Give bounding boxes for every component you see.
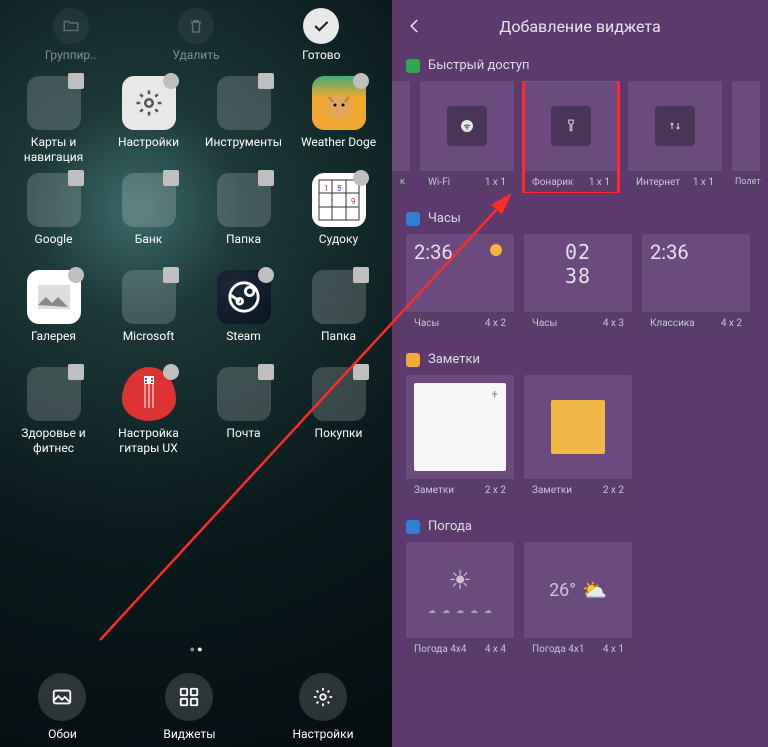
widget-card[interactable]: Полет bbox=[732, 81, 760, 193]
widget-card-clock-1[interactable]: 2:36 Часы4 x 2 bbox=[406, 234, 514, 334]
app-папка[interactable]: Папка bbox=[291, 270, 386, 359]
app-weather-doge[interactable]: Weather Doge bbox=[291, 76, 386, 165]
app-label: Google bbox=[35, 232, 73, 262]
app-банк[interactable]: Банк bbox=[101, 173, 196, 262]
widget-card-wifi[interactable]: Wi-Fi1 x 1 bbox=[420, 81, 514, 193]
section-clock: Часы 2:36 Часы4 x 2 02 38 Часы4 x 3 2:36… bbox=[392, 211, 768, 346]
app-карты-и-навигация[interactable]: Карты и навигация bbox=[6, 76, 101, 165]
widget-card-clock-3[interactable]: 2:36 Классика4 x 2 bbox=[642, 234, 750, 334]
quick-section-icon bbox=[406, 59, 420, 73]
wallpapers-button[interactable]: Обои bbox=[38, 673, 86, 741]
app-google[interactable]: Google bbox=[6, 173, 101, 262]
group-label: Группир.. bbox=[45, 48, 97, 62]
bottom-bar: Обои Виджеты Настройки bbox=[0, 673, 392, 741]
wallpaper-icon bbox=[38, 673, 86, 721]
top-actions: Группир.. Удалить Готово bbox=[0, 0, 392, 62]
widget-card-notes-1[interactable]: + Заметки2 x 2 bbox=[406, 375, 514, 501]
app-label: Карты и навигация bbox=[9, 135, 99, 165]
section-weather: Погода ☀︎ ☁☁☁☁☁ Погода 4x44 x 4 26°⛅ Пог… bbox=[392, 519, 768, 672]
quick-section-title: Быстрый доступ bbox=[428, 58, 530, 73]
settings-label: Настройки bbox=[292, 727, 353, 741]
folder-icon bbox=[53, 8, 89, 44]
data-icon bbox=[655, 106, 695, 146]
app-label: Банк bbox=[135, 232, 163, 262]
note-white-preview: + bbox=[414, 383, 506, 471]
app-label: Инструменты bbox=[205, 135, 282, 165]
app-папка[interactable]: Папка bbox=[196, 173, 291, 262]
widget-title: Добавление виджета bbox=[406, 17, 754, 36]
svg-text:5: 5 bbox=[337, 184, 342, 193]
app-label: Покупки bbox=[315, 426, 363, 456]
check-icon bbox=[303, 8, 339, 44]
done-action[interactable]: Готово bbox=[259, 8, 384, 62]
widget-card[interactable]: к bbox=[392, 81, 410, 193]
svg-text:1: 1 bbox=[324, 184, 329, 193]
app-steam[interactable]: Steam bbox=[196, 270, 291, 359]
home-edit-pane: Группир.. Удалить Готово Карты и навигац… bbox=[0, 0, 392, 747]
app-label: Галерея bbox=[31, 329, 76, 359]
widget-header: Добавление виджета bbox=[392, 0, 768, 52]
app-label: Папка bbox=[321, 329, 356, 359]
app-почта[interactable]: Почта bbox=[196, 367, 291, 456]
suncloud-icon: ⛅ bbox=[582, 578, 607, 602]
app-настройки[interactable]: Настройки bbox=[101, 76, 196, 165]
app-label: Почта bbox=[226, 426, 260, 456]
widgets-label: Виджеты bbox=[163, 727, 215, 741]
group-action[interactable]: Группир.. bbox=[8, 8, 133, 62]
weather-section-icon bbox=[406, 520, 420, 534]
notes-section-title: Заметки bbox=[428, 352, 480, 367]
wallpapers-label: Обои bbox=[48, 727, 77, 741]
widgets-button[interactable]: Виджеты bbox=[163, 673, 215, 741]
clock-section-icon bbox=[406, 212, 420, 226]
section-notes: Заметки + Заметки2 x 2 Заметки2 x 2 bbox=[392, 352, 768, 513]
app-покупки[interactable]: Покупки bbox=[291, 367, 386, 456]
wifi-icon bbox=[447, 106, 487, 146]
app-grid: Карты и навигация Настройки Инструменты Wea… bbox=[0, 62, 392, 456]
app-галерея[interactable]: Галерея bbox=[6, 270, 101, 359]
widget-card-internet[interactable]: Интернет1 x 1 bbox=[628, 81, 722, 193]
app-label: Steam bbox=[226, 329, 260, 359]
sun-icon bbox=[490, 244, 502, 256]
delete-label: Удалить bbox=[173, 48, 220, 62]
app-label: Weather Doge bbox=[301, 135, 376, 165]
back-button[interactable] bbox=[406, 17, 434, 35]
app-label: Папка bbox=[226, 232, 261, 262]
app-label: Настройка гитары UX bbox=[104, 426, 194, 456]
note-yellow-preview bbox=[551, 400, 605, 454]
delete-action[interactable]: Удалить bbox=[133, 8, 258, 62]
widget-picker-pane: Добавление виджета Быстрый доступ к Wi-F… bbox=[392, 0, 768, 747]
widget-card-flashlight[interactable]: Фонарик1 x 1 bbox=[524, 81, 618, 193]
section-quick: Быстрый доступ к Wi-Fi1 x 1 Фонарик1 x 1… bbox=[392, 58, 768, 205]
widget-card-weather-2[interactable]: 26°⛅ Погода 4x14 x 1 bbox=[524, 542, 632, 660]
app-label: Настройки bbox=[118, 135, 179, 165]
page-indicator: ● ● bbox=[0, 644, 392, 655]
settings-button[interactable]: Настройки bbox=[292, 673, 353, 741]
app-здоровье-и-фитнес[interactable]: Здоровье и фитнес bbox=[6, 367, 101, 456]
widget-card-notes-2[interactable]: Заметки2 x 2 bbox=[524, 375, 632, 501]
app-инструменты[interactable]: Инструменты bbox=[196, 76, 291, 165]
sun-icon: ☀︎ bbox=[448, 566, 471, 596]
weather-section-title: Погода bbox=[428, 519, 472, 534]
done-label: Готово bbox=[302, 48, 340, 62]
app-настройка-гитары-ux[interactable]: Настройка гитары UX bbox=[101, 367, 196, 456]
widget-card-weather-1[interactable]: ☀︎ ☁☁☁☁☁ Погода 4x44 x 4 bbox=[406, 542, 514, 660]
widgets-icon bbox=[165, 673, 213, 721]
app-судоку[interactable]: 159 Судоку bbox=[291, 173, 386, 262]
notes-section-icon bbox=[406, 353, 420, 367]
trash-icon bbox=[178, 8, 214, 44]
app-label: Судоку bbox=[319, 232, 358, 262]
svg-text:9: 9 bbox=[351, 197, 356, 206]
flashlight-icon bbox=[551, 106, 591, 146]
gear-icon bbox=[299, 673, 347, 721]
app-label: Microsoft bbox=[123, 329, 175, 359]
widget-card-clock-2[interactable]: 02 38 Часы4 x 3 bbox=[524, 234, 632, 334]
clock-section-title: Часы bbox=[428, 211, 461, 226]
app-microsoft[interactable]: Microsoft bbox=[101, 270, 196, 359]
app-label: Здоровье и фитнес bbox=[9, 426, 99, 456]
